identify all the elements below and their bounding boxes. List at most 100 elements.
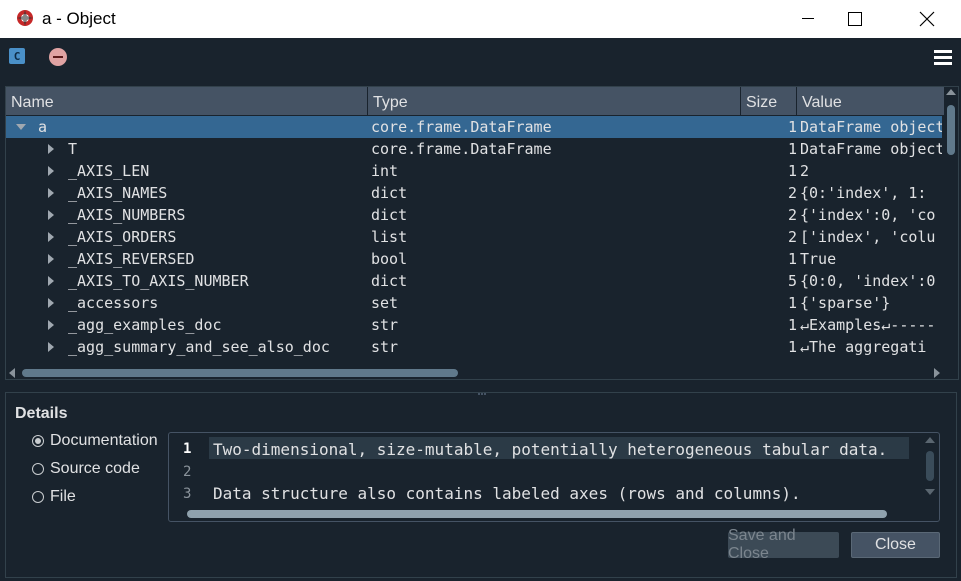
table-row[interactable]: a core.frame.DataFrame 1 DataFrame objec… [6,116,942,138]
class-badge-icon[interactable]: C [9,48,25,64]
row-name: _agg_summary_and_see_also_doc [68,338,330,356]
row-name: _AXIS_NAMES [68,184,168,202]
column-header-value[interactable]: Value [797,87,947,115]
scroll-thumb[interactable] [926,451,934,481]
row-value: 2 [800,162,810,180]
table-row[interactable]: _agg_examples_doc str 1 ↵Examples↵----- [6,314,942,336]
column-header-type[interactable]: Type [368,87,741,115]
close-window-button[interactable] [904,0,950,38]
details-panel: Details Documentation Source code File 1… [5,392,957,578]
row-name: T [68,140,78,158]
splitter-handle[interactable] [478,382,488,395]
row-value: {0:0, 'index':0 [800,272,936,290]
editor-horizontal-scrollbar[interactable] [169,507,939,521]
expand-arrow-icon[interactable] [48,188,54,198]
tree-horizontal-scrollbar[interactable] [6,367,958,379]
expand-arrow-icon[interactable] [48,254,54,264]
row-type: dict [371,206,408,224]
row-name: _AXIS_REVERSED [68,250,195,268]
close-icon [919,11,935,27]
row-name: _AXIS_ORDERS [68,228,177,246]
scroll-thumb[interactable] [22,369,458,377]
row-size: 1 [787,140,797,158]
row-size: 1 [787,338,797,356]
row-type: str [371,316,399,334]
scroll-down-icon[interactable] [925,489,935,495]
expand-arrow-icon[interactable] [48,320,54,330]
details-title: Details [15,405,68,422]
line-number: 2 [183,464,192,480]
expand-arrow-icon[interactable] [48,276,54,286]
minimize-button[interactable] [785,0,831,38]
row-type: core.frame.DataFrame [371,140,552,158]
scroll-left-icon[interactable] [9,368,15,378]
column-header-size[interactable]: Size [741,87,797,115]
code-line: Two-dimensional, size-mutable, potential… [213,440,888,459]
row-value: DataFrame object [800,140,942,158]
table-row[interactable]: _AXIS_LEN int 1 2 [6,160,942,182]
row-value: DataFrame object [800,118,942,136]
radio-unselected-icon[interactable] [32,491,44,503]
radio-source-code[interactable]: Source code [32,459,140,479]
table-row[interactable]: T core.frame.DataFrame 1 DataFrame objec… [6,138,942,160]
row-type: int [371,162,399,180]
toolbar: C [0,38,961,82]
expand-arrow-icon[interactable] [48,210,54,220]
expand-arrow-icon[interactable] [48,298,54,308]
expand-arrow-icon[interactable] [48,342,54,352]
collapse-arrow-icon[interactable] [16,124,26,130]
documentation-editor[interactable]: 1 2 3 Two-dimensional, size-mutable, pot… [168,432,940,522]
table-row[interactable]: _agg_summary_and_see_also_doc str 1 ↵The… [6,336,942,358]
editor-vertical-scrollbar[interactable] [921,433,939,505]
table-row[interactable]: _AXIS_REVERSED bool 1 True [6,248,942,270]
table-row[interactable]: _AXIS_NAMES dict 2 {0:'index', 1: [6,182,942,204]
row-type: list [371,228,408,246]
row-value: True [800,250,837,268]
minimize-icon [802,18,814,19]
row-size: 1 [787,294,797,312]
scroll-up-icon[interactable] [946,89,956,95]
scroll-thumb[interactable] [187,510,887,518]
radio-label: Documentation [50,432,158,449]
row-size: 2 [787,184,797,202]
line-number: 3 [183,486,192,502]
row-type: str [371,338,399,356]
expand-arrow-icon[interactable] [48,232,54,242]
code-line: Data structure also contains labeled axe… [213,484,801,503]
scroll-up-icon[interactable] [925,437,935,443]
row-size: 2 [787,206,797,224]
window-titlebar: a - Object [0,0,961,38]
radio-file[interactable]: File [32,487,76,507]
row-name: a [38,118,48,136]
row-name: _AXIS_TO_AXIS_NUMBER [68,272,249,290]
menu-icon[interactable] [934,50,952,65]
radio-unselected-icon[interactable] [32,463,44,475]
row-name: _accessors [68,294,159,312]
table-row[interactable]: _AXIS_ORDERS list 2 ['index', 'colu [6,226,942,248]
row-name: _AXIS_NUMBERS [68,206,186,224]
maximize-button[interactable] [832,0,878,38]
row-size: 2 [787,228,797,246]
table-row[interactable]: _AXIS_NUMBERS dict 2 {'index':0, 'co [6,204,942,226]
row-value: {0:'index', 1: [800,184,927,202]
radio-documentation[interactable]: Documentation [32,431,158,451]
expand-arrow-icon[interactable] [48,166,54,176]
row-type: dict [371,272,408,290]
scroll-thumb[interactable] [947,105,955,155]
row-value: ↵Examples↵----- [800,316,936,334]
tree-rows: a core.frame.DataFrame 1 DataFrame objec… [6,116,942,358]
row-type: bool [371,250,408,268]
close-button[interactable]: Close [851,532,940,558]
row-type: core.frame.DataFrame [371,118,552,136]
tree-vertical-scrollbar[interactable] [944,87,958,367]
row-value: {'sparse'} [800,294,891,312]
scroll-right-icon[interactable] [934,368,940,378]
row-size: 1 [787,118,797,136]
save-and-close-button[interactable]: Save and Close [728,527,839,562]
expand-arrow-icon[interactable] [48,144,54,154]
radio-selected-icon[interactable] [32,435,44,447]
column-header-name[interactable]: Name [6,87,368,115]
table-row[interactable]: _accessors set 1 {'sparse'} [6,292,942,314]
table-row[interactable]: _AXIS_TO_AXIS_NUMBER dict 5 {0:0, 'index… [6,270,942,292]
remove-icon[interactable] [49,48,67,66]
